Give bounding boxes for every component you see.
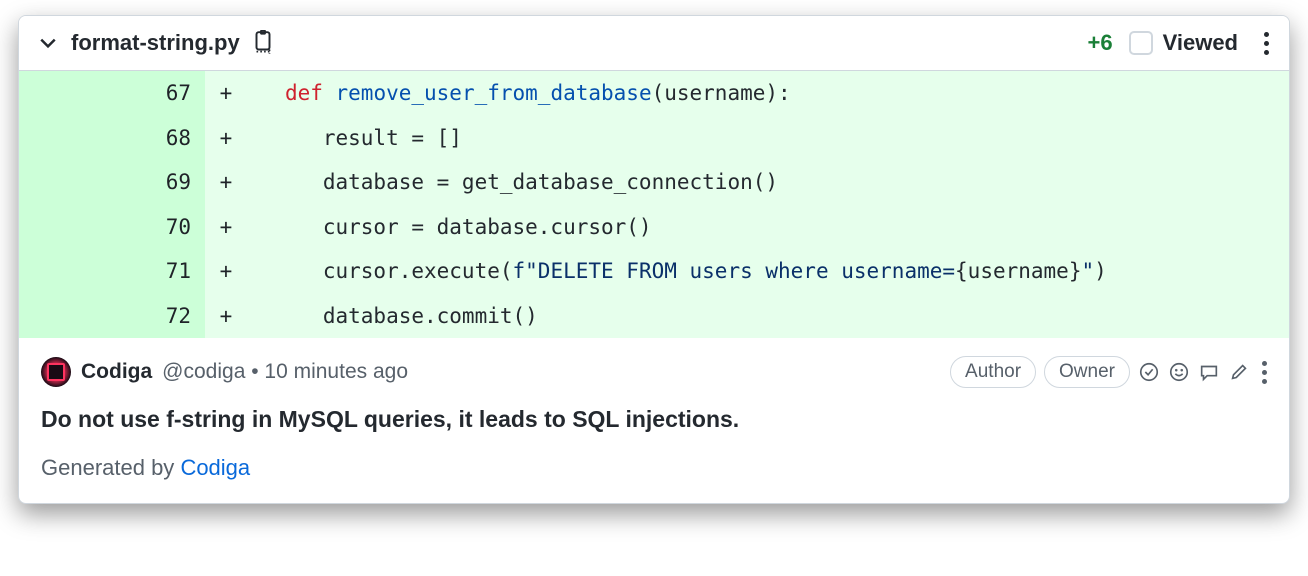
diff-marker: +	[205, 71, 247, 116]
diff-line: 67+ def remove_user_from_database(userna…	[19, 71, 1289, 116]
code-cell: def remove_user_from_database(username):	[247, 71, 1289, 116]
code-cell: result = []	[247, 116, 1289, 161]
additions-count: +6	[1087, 30, 1112, 56]
file-more-icon[interactable]	[1264, 32, 1269, 55]
diff-marker: +	[205, 205, 247, 250]
comment-header: Codiga @codiga • 10 minutes ago Author O…	[41, 356, 1267, 388]
check-circle-icon[interactable]	[1138, 361, 1160, 383]
viewed-label[interactable]: Viewed	[1163, 30, 1238, 56]
avatar[interactable]	[41, 357, 71, 387]
line-number[interactable]: 68	[119, 116, 205, 161]
comment-footer: Generated by Codiga	[41, 455, 1267, 481]
line-number[interactable]: 67	[119, 71, 205, 116]
comment-more-icon[interactable]	[1262, 361, 1267, 384]
chevron-down-icon[interactable]	[39, 34, 57, 52]
diff-line: 68+ result = []	[19, 116, 1289, 161]
line-number[interactable]: 69	[119, 160, 205, 205]
edit-icon[interactable]	[1228, 361, 1250, 383]
copy-icon[interactable]	[252, 30, 274, 56]
emoji-icon[interactable]	[1168, 361, 1190, 383]
codiga-link[interactable]: Codiga	[180, 455, 250, 480]
line-number[interactable]: 71	[119, 249, 205, 294]
diff-marker: +	[205, 160, 247, 205]
diff-marker: +	[205, 116, 247, 161]
comment-author[interactable]: Codiga	[81, 360, 152, 384]
badge-author: Author	[950, 356, 1036, 388]
file-name[interactable]: format-string.py	[71, 30, 240, 56]
review-comment: Codiga @codiga • 10 minutes ago Author O…	[19, 338, 1289, 503]
diff-table: 67+ def remove_user_from_database(userna…	[19, 71, 1289, 338]
code-cell: database.commit()	[247, 294, 1289, 339]
viewed-checkbox[interactable]	[1129, 31, 1153, 55]
diff-marker: +	[205, 294, 247, 339]
diff-marker: +	[205, 249, 247, 294]
code-cell: database = get_database_connection()	[247, 160, 1289, 205]
diff-line: 69+ database = get_database_connection()	[19, 160, 1289, 205]
file-diff-box: format-string.py +6 Viewed 67+ def remov…	[18, 15, 1290, 504]
code-cell: cursor.execute(f"DELETE FROM users where…	[247, 249, 1289, 294]
diff-line: 71+ cursor.execute(f"DELETE FROM users w…	[19, 249, 1289, 294]
diff-line: 70+ cursor = database.cursor()	[19, 205, 1289, 250]
comment-handle[interactable]: @codiga • 10 minutes ago	[162, 360, 408, 384]
badge-owner: Owner	[1044, 356, 1130, 388]
file-header: format-string.py +6 Viewed	[19, 16, 1289, 71]
comment-time: 10 minutes ago	[264, 360, 408, 383]
code-cell: cursor = database.cursor()	[247, 205, 1289, 250]
line-number[interactable]: 70	[119, 205, 205, 250]
diff-line: 72+ database.commit()	[19, 294, 1289, 339]
line-number[interactable]: 72	[119, 294, 205, 339]
comment-body: Do not use f-string in MySQL queries, it…	[41, 406, 1267, 433]
reply-icon[interactable]	[1198, 361, 1220, 383]
